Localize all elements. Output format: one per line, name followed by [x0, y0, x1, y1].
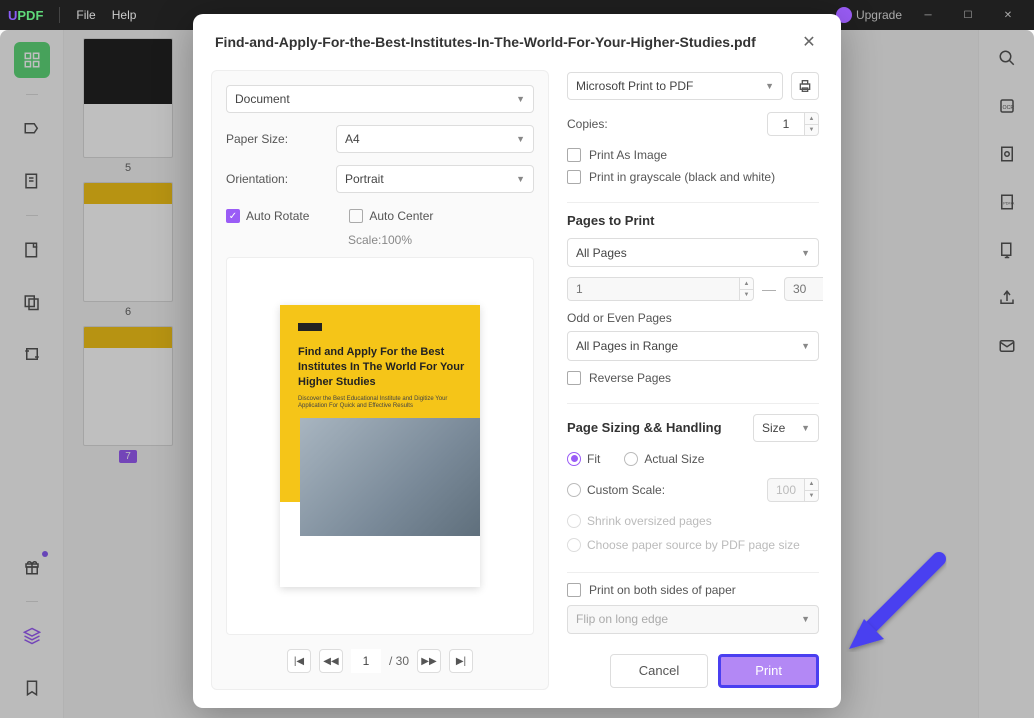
page-total: / 30	[389, 654, 409, 668]
page-input[interactable]	[351, 649, 381, 673]
thumbnail-7[interactable]: 7	[76, 326, 180, 463]
copies-input[interactable]	[767, 112, 805, 136]
preview-panel: Document▼ Paper Size: A4▼ Orientation: P…	[211, 70, 549, 690]
fit-radio[interactable]: Fit	[567, 452, 600, 466]
orientation-label: Orientation:	[226, 172, 326, 186]
compress-icon[interactable]	[995, 142, 1019, 166]
range-from-down: ▼	[740, 289, 754, 301]
comment-icon[interactable]	[14, 111, 50, 147]
email-icon[interactable]	[995, 334, 1019, 358]
flatten-icon[interactable]	[995, 238, 1019, 262]
app-logo: UPDF	[8, 8, 43, 23]
upgrade-button[interactable]: Upgrade	[836, 7, 902, 23]
thumbnails-panel: 5 6 7	[64, 30, 192, 718]
print-button[interactable]: Print	[718, 654, 819, 688]
pages-select[interactable]: All Pages▼	[567, 238, 819, 267]
pdfa-icon[interactable]: PDF/A	[995, 190, 1019, 214]
actual-size-radio[interactable]: Actual Size	[624, 452, 704, 466]
cancel-button[interactable]: Cancel	[610, 654, 708, 688]
range-to-input	[784, 277, 823, 301]
grayscale-checkbox[interactable]: Print in grayscale (black and white)	[567, 170, 819, 184]
settings-panel: Microsoft Print to PDF▼ Copies: ▲ ▼ Prin…	[563, 70, 823, 690]
print-as-image-checkbox[interactable]: Print As Image	[567, 148, 819, 162]
scale-up: ▲	[805, 478, 819, 490]
edit-icon[interactable]	[14, 163, 50, 199]
right-sidebar: OCR PDF/A	[978, 30, 1034, 718]
svg-text:OCR: OCR	[1002, 105, 1014, 111]
last-page-button[interactable]: ▶|	[449, 649, 473, 673]
flip-select: Flip on long edge▼	[567, 605, 819, 634]
copies-down[interactable]: ▼	[805, 124, 819, 136]
first-page-button[interactable]: |◀	[287, 649, 311, 673]
scale-down: ▼	[805, 490, 819, 502]
print-dialog: Find-and-Apply-For-the-Best-Institutes-I…	[193, 14, 841, 708]
search-icon[interactable]	[995, 46, 1019, 70]
range-from-input	[567, 277, 740, 301]
close-icon[interactable]: ✕	[799, 32, 819, 52]
printer-select[interactable]: Microsoft Print to PDF▼	[567, 72, 783, 100]
svg-text:PDF/A: PDF/A	[1003, 201, 1015, 205]
paper-size-label: Paper Size:	[226, 132, 326, 146]
minimize-button[interactable]: ─	[910, 3, 946, 27]
menu-file[interactable]: File	[76, 8, 95, 22]
shrink-radio: Shrink oversized pages	[567, 514, 819, 528]
page-sizing-title: Page Sizing && Handling	[567, 420, 722, 435]
printer-properties-icon[interactable]	[791, 72, 819, 100]
pages-to-print-title: Pages to Print	[567, 213, 819, 228]
thumbnails-icon[interactable]	[14, 42, 50, 78]
next-page-button[interactable]: ▶▶	[417, 649, 441, 673]
document-select[interactable]: Document▼	[226, 85, 534, 113]
custom-scale-radio[interactable]: Custom Scale:	[567, 483, 665, 497]
bookmark-icon[interactable]	[14, 670, 50, 706]
auto-rotate-checkbox[interactable]: ✓Auto Rotate	[226, 209, 309, 223]
thumbnail-6[interactable]: 6	[76, 182, 180, 318]
menu-help[interactable]: Help	[112, 8, 137, 22]
share-icon[interactable]	[995, 286, 1019, 310]
page-icon[interactable]	[14, 232, 50, 268]
orientation-select[interactable]: Portrait▼	[336, 165, 534, 193]
custom-scale-input	[767, 478, 805, 502]
reverse-pages-checkbox[interactable]: Reverse Pages	[567, 371, 819, 385]
layers-icon[interactable]	[14, 618, 50, 654]
range-from-up: ▲	[740, 277, 754, 289]
left-sidebar	[0, 30, 64, 718]
thumbnail-5[interactable]: 5	[76, 38, 180, 174]
paper-size-select[interactable]: A4▼	[336, 125, 534, 153]
close-window-button[interactable]: ✕	[990, 3, 1026, 27]
auto-center-checkbox[interactable]: Auto Center	[349, 209, 433, 223]
gift-icon[interactable]	[14, 549, 50, 585]
copies-label: Copies:	[567, 117, 608, 131]
both-sides-checkbox[interactable]: Print on both sides of paper	[567, 583, 819, 597]
pager: |◀ ◀◀ / 30 ▶▶ ▶|	[226, 635, 534, 675]
organize-icon[interactable]	[14, 284, 50, 320]
choose-source-radio: Choose paper source by PDF page size	[567, 538, 819, 552]
preview-box: Find and Apply For the Best Institutes I…	[226, 257, 534, 635]
odd-even-label: Odd or Even Pages	[567, 311, 819, 325]
dialog-title: Find-and-Apply-For-the-Best-Institutes-I…	[215, 34, 756, 50]
scale-label: Scale:100%	[226, 233, 534, 247]
copies-up[interactable]: ▲	[805, 112, 819, 124]
size-select[interactable]: Size▼	[753, 414, 819, 442]
prev-page-button[interactable]: ◀◀	[319, 649, 343, 673]
maximize-button[interactable]: ☐	[950, 3, 986, 27]
ocr-icon[interactable]: OCR	[995, 94, 1019, 118]
crop-icon[interactable]	[14, 336, 50, 372]
odd-even-select[interactable]: All Pages in Range▼	[567, 331, 819, 360]
